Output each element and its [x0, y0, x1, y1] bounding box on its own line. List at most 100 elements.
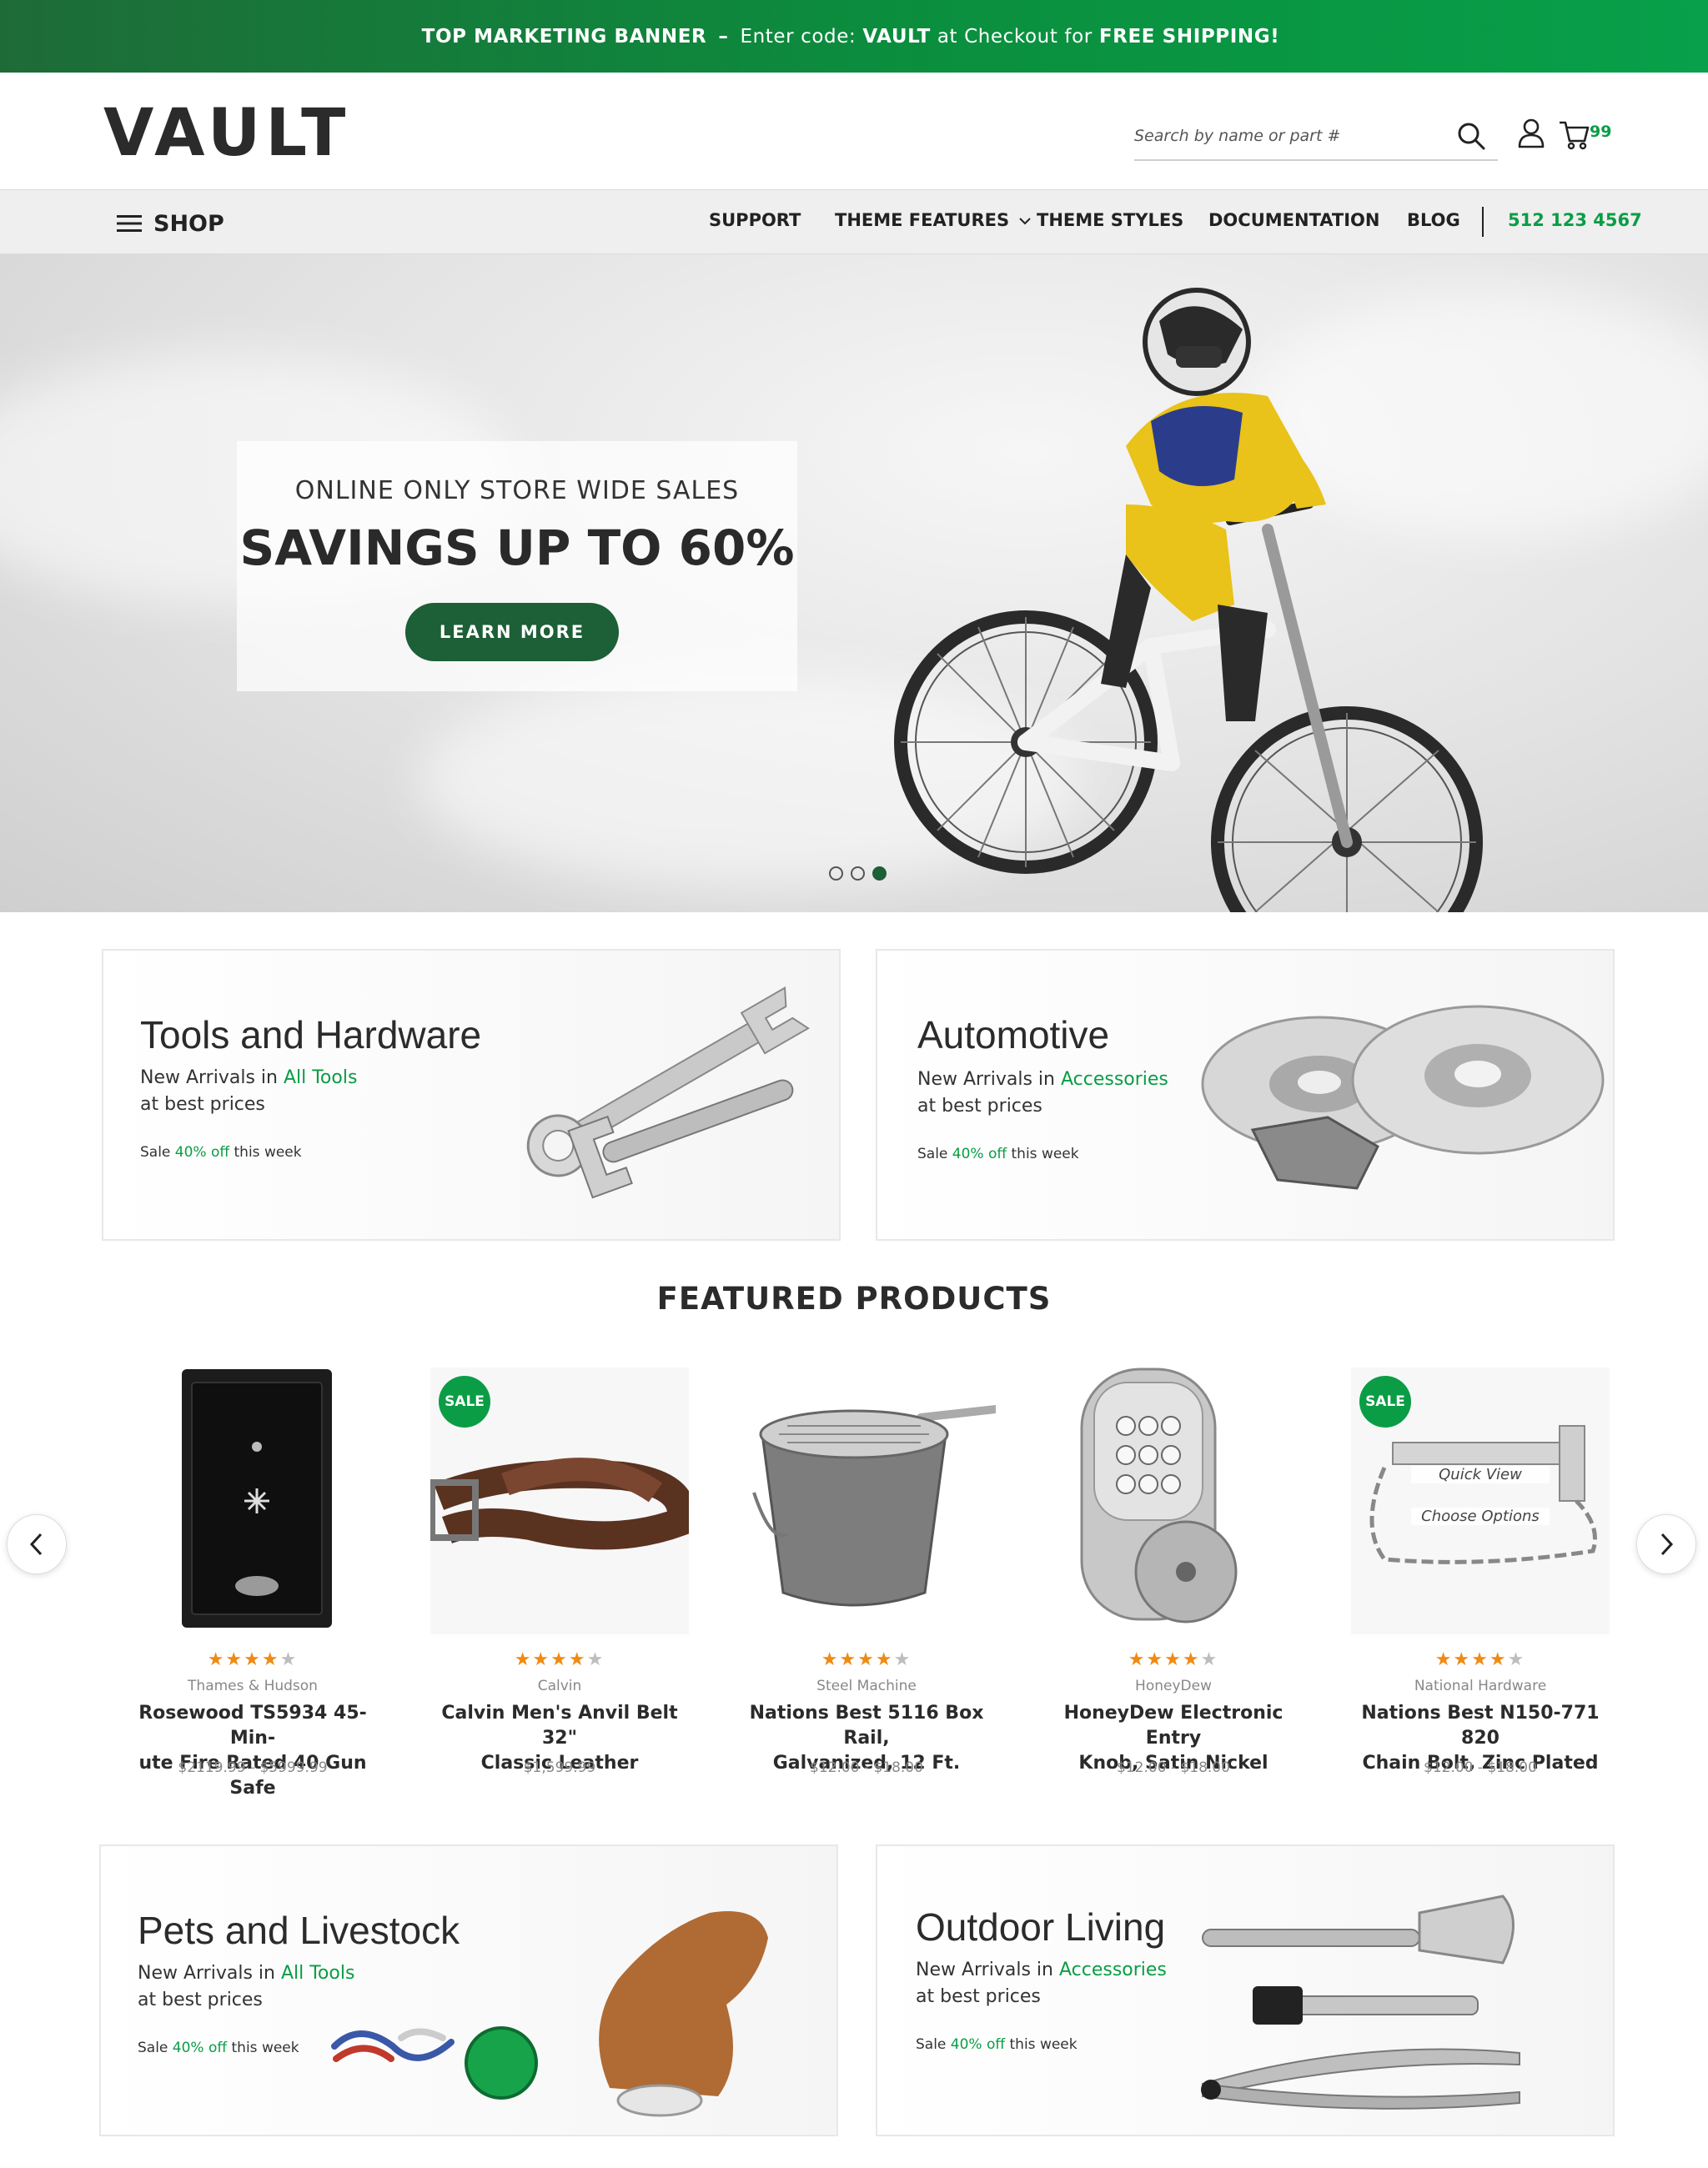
hero-eyebrow: ONLINE ONLY STORE WIDE SALES — [294, 476, 740, 505]
rating-stars: ★★★★★ — [1434, 1649, 1526, 1670]
product-price: $1,599.99 — [523, 1759, 596, 1776]
cart-button[interactable]: 99 — [1558, 118, 1616, 151]
door-knob-image — [1080, 1368, 1238, 1623]
shop-menu-button[interactable]: SHOP — [117, 207, 224, 240]
promo-card-tools[interactable]: Tools and Hardware New Arrivals in All T… — [102, 949, 841, 1241]
promo-link[interactable]: All Tools — [284, 1067, 357, 1088]
bucket-grill-image — [752, 1405, 996, 1607]
product-brand: Thames & Hudson — [188, 1678, 318, 1694]
site-logo[interactable]: VAULT — [103, 96, 350, 171]
search-icon — [1458, 123, 1485, 150]
search-button[interactable] — [1454, 119, 1488, 153]
carousel-next-button[interactable] — [1636, 1514, 1696, 1574]
choose-options-button[interactable]: Choose Options — [1411, 1508, 1550, 1525]
promo-sale-post: this week — [234, 1144, 302, 1161]
search-input[interactable] — [1134, 119, 1434, 153]
rating-stars: ★★★★★ — [1128, 1649, 1219, 1670]
product-card[interactable]: ★★★★★ HoneyDew HoneyDew Electronic Entry… — [1044, 1368, 1303, 1784]
slider-dot-2[interactable] — [851, 866, 865, 881]
promo-sale-pre: Sale — [138, 2040, 168, 2056]
hero-caption-card: ONLINE ONLY STORE WIDE SALES SAVINGS UP … — [237, 441, 797, 691]
product-name-line1: Calvin Men's Anvil Belt 32" — [441, 1703, 678, 1749]
quick-view-button[interactable]: Quick View — [1411, 1466, 1550, 1483]
promo-sale-pct: 40% off — [172, 2040, 228, 2056]
banner-enter: Enter code: — [740, 25, 857, 48]
promo-title: Tools and Hardware — [140, 1013, 482, 1056]
product-brand: Calvin — [537, 1678, 582, 1694]
slider-dot-1[interactable] — [829, 866, 843, 881]
nav-theme-features[interactable]: THEME FEATURES — [835, 210, 1032, 230]
promo-link[interactable]: Accessories — [1059, 1960, 1167, 1980]
chevron-right-icon — [1660, 1533, 1674, 1556]
nav-documentation[interactable]: DOCUMENTATION — [1208, 210, 1379, 230]
product-brand: Steel Machine — [816, 1678, 917, 1694]
bbq-tools-image — [1201, 1894, 1520, 2110]
promo-card-pets[interactable]: Pets and Livestock New Arrivals in All T… — [99, 1844, 838, 2136]
menu-icon — [117, 215, 142, 232]
main-nav: SHOP SUPPORT THEME FEATURES THEME STYLES… — [0, 189, 1708, 254]
chevron-left-icon — [29, 1533, 43, 1556]
product-card[interactable]: SALE ★★★★★ Calvin Calvin Men's Anvil Bel… — [430, 1368, 689, 1784]
rating-stars: ★★★★★ — [207, 1649, 299, 1670]
promo-sale-post: this week — [1011, 1146, 1079, 1162]
shop-label: SHOP — [153, 210, 224, 237]
product-name-line1: Rosewood TS5934 45-Min- — [138, 1703, 367, 1749]
account-button[interactable] — [1516, 118, 1546, 149]
promo-prices: at best prices — [916, 1986, 1041, 2007]
nav-blog[interactable]: BLOG — [1407, 210, 1460, 230]
hero-title: SAVINGS UP TO 60% — [239, 519, 795, 576]
carousel-prev-button[interactable] — [7, 1514, 67, 1574]
gun-safe-image — [182, 1369, 332, 1628]
product-card[interactable]: ★★★★★ Thames & Hudson Rosewood TS5934 45… — [123, 1368, 382, 1799]
search-bar — [1134, 111, 1498, 161]
featured-products-title: FEATURED PRODUCTS — [656, 1281, 1052, 1317]
slider-dot-3[interactable] — [872, 866, 887, 881]
promo-prices: at best prices — [138, 1990, 263, 2010]
puppy-toys-image — [331, 1911, 768, 2117]
promo-arrivals: New Arrivals in All Tools — [138, 1963, 354, 1984]
hero-slider: ONLINE ONLY STORE WIDE SALES SAVINGS UP … — [0, 254, 1708, 912]
promo-title: Outdoor Living — [916, 1905, 1166, 1949]
promo-prices: at best prices — [140, 1094, 265, 1115]
product-card[interactable]: ★★★★★ Steel Machine Nations Best 5116 Bo… — [737, 1368, 996, 1784]
user-icon — [1518, 118, 1545, 148]
promo-card-outdoor[interactable]: Outdoor Living New Arrivals in Accessori… — [876, 1844, 1615, 2136]
nav-divider — [1482, 207, 1484, 237]
promo-prices: at best prices — [917, 1096, 1042, 1117]
banner-offer: FREE SHIPPING! — [1098, 25, 1280, 48]
banner-lead: TOP MARKETING BANNER — [421, 25, 707, 48]
product-price: $12.00 - $18.00 — [1117, 1759, 1230, 1776]
nav-theme-styles[interactable]: THEME STYLES — [1037, 210, 1183, 230]
wrench-image — [526, 986, 810, 1199]
rating-stars: ★★★★★ — [514, 1649, 605, 1670]
product-name-line1: Nations Best N150-771 820 — [1361, 1703, 1600, 1749]
rating-stars: ★★★★★ — [821, 1649, 912, 1670]
promo-card-automotive[interactable]: Automotive New Arrivals in Accessories a… — [876, 949, 1615, 1241]
promo-sale: Sale 40% off this week — [140, 1144, 302, 1161]
promo-arrivals-text: New Arrivals in — [138, 1963, 275, 1984]
product-name[interactable]: Rosewood TS5934 45-Min- ute Fire Rated 4… — [118, 1701, 387, 1801]
site-header: VAULT 99 — [0, 73, 1708, 189]
banner-code: VAULT — [862, 25, 931, 48]
promo-sale-pct: 40% off — [950, 2036, 1006, 2053]
product-name-line2: ute Fire Rated 40 Gun Safe — [138, 1753, 367, 1799]
promo-sale-pre: Sale — [916, 2036, 947, 2053]
product-brand: National Hardware — [1414, 1678, 1547, 1694]
promo-sale: Sale 40% off this week — [916, 2036, 1078, 2053]
promo-arrivals-text: New Arrivals in — [917, 1069, 1055, 1090]
promo-sale-pre: Sale — [917, 1146, 948, 1162]
nav-phone[interactable]: 512 123 4567 — [1508, 210, 1642, 230]
promo-link[interactable]: Accessories — [1061, 1069, 1168, 1090]
promo-arrivals: New Arrivals in Accessories — [916, 1960, 1167, 1980]
product-price: $2119.99 - $5999.99 — [178, 1759, 328, 1776]
nav-support[interactable]: SUPPORT — [709, 210, 801, 230]
product-brand: HoneyDew — [1135, 1678, 1212, 1694]
product-card[interactable]: SALE Quick View Choose Options ★★★★★ Nat… — [1351, 1368, 1610, 1784]
promo-arrivals-text: New Arrivals in — [140, 1067, 278, 1088]
banner-dash: – — [718, 25, 729, 48]
promo-arrivals-text: New Arrivals in — [916, 1960, 1053, 1980]
banner-at: at Checkout for — [937, 25, 1093, 48]
nav-theme-features-label: THEME FEATURES — [835, 210, 1010, 230]
learn-more-button[interactable]: LEARN MORE — [405, 603, 619, 661]
promo-sale: Sale 40% off this week — [917, 1146, 1079, 1162]
